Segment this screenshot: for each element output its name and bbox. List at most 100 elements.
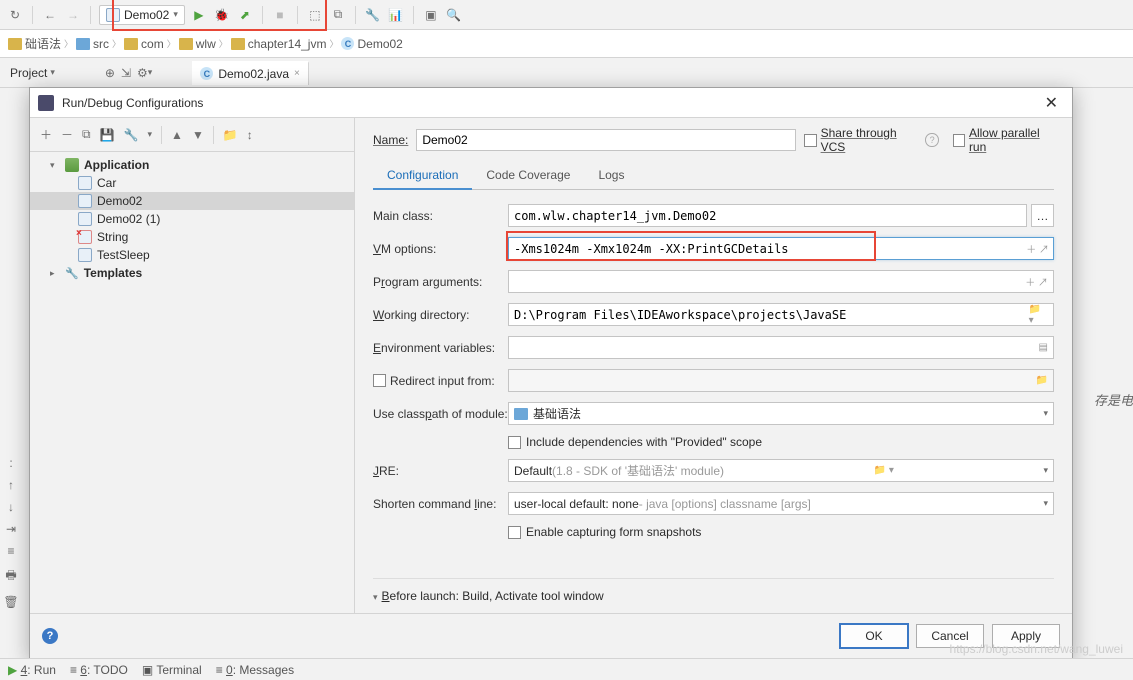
- breadcrumb[interactable]: chapter14_jvm: [231, 37, 327, 51]
- shorten-cmd-combo[interactable]: user-local default: none - java [options…: [508, 492, 1054, 515]
- run-config-label: Demo02: [124, 8, 169, 22]
- run-config-selector[interactable]: Demo02 ▾: [99, 5, 185, 25]
- attach-icon[interactable]: ⧉: [329, 6, 347, 24]
- run-icon[interactable]: ▶: [190, 6, 208, 24]
- coverage-icon[interactable]: ⬈: [236, 6, 254, 24]
- breadcrumb[interactable]: com: [124, 37, 164, 51]
- classpath-label: Use classpath of module:: [373, 407, 508, 421]
- help-icon[interactable]: ?: [42, 628, 58, 644]
- list-icon[interactable]: ▤: [1039, 342, 1048, 353]
- tool-icon[interactable]: :: [9, 456, 12, 470]
- add-icon[interactable]: ＋: [40, 126, 52, 143]
- jre-combo[interactable]: Default (1.8 - SDK of '基础语法' module)📁 ▾: [508, 459, 1054, 482]
- tab-configuration[interactable]: Configuration: [373, 162, 472, 190]
- wrench-icon[interactable]: 🔧: [124, 128, 139, 142]
- tool-icon[interactable]: ⇥: [6, 522, 16, 536]
- redirect-input-field: 📁: [508, 369, 1054, 392]
- program-args-field[interactable]: ＋ ↗: [508, 270, 1054, 293]
- remove-icon[interactable]: －: [61, 126, 73, 143]
- name-input[interactable]: [416, 129, 796, 151]
- forward-icon[interactable]: →: [64, 6, 82, 24]
- breadcrumb[interactable]: 础语法: [8, 35, 61, 52]
- breadcrumb[interactable]: CDemo02: [341, 37, 402, 51]
- left-toolbar: : ↑ ↓ ⇥ ≡ 🖶 🗑: [0, 450, 22, 615]
- classpath-combo[interactable]: 基础语法: [508, 402, 1054, 425]
- structure-icon[interactable]: 📊: [387, 6, 405, 24]
- share-vcs-checkbox[interactable]: Share through VCS: [804, 126, 917, 154]
- enable-snapshots-checkbox[interactable]: Enable capturing form snapshots: [508, 525, 1054, 539]
- profile-icon[interactable]: ⬚: [306, 6, 324, 24]
- tree-item[interactable]: String: [30, 228, 354, 246]
- side-annotation: 存是电: [1094, 390, 1133, 409]
- shorten-cmd-label: Shorten command line:: [373, 497, 508, 511]
- before-launch-section[interactable]: ▾Before launch: Build, Activate tool win…: [373, 578, 1054, 613]
- move-up-icon[interactable]: ▲: [171, 128, 183, 142]
- redirect-input-checkbox[interactable]: Redirect input from:: [373, 374, 508, 388]
- status-todo[interactable]: ≡ 6: TODO: [70, 663, 128, 677]
- status-bar: ▶ 4: Run ≡ 6: TODO ▣ Terminal ≡ 0: Messa…: [0, 658, 1133, 680]
- close-icon[interactable]: ✕: [1039, 93, 1064, 113]
- tree-group-templates[interactable]: ▸ Templates: [30, 264, 354, 282]
- program-args-label: Program arguments:: [373, 275, 508, 289]
- tool-icon[interactable]: ↑: [8, 478, 14, 492]
- status-run[interactable]: ▶ 4: Run: [8, 663, 56, 677]
- include-deps-checkbox[interactable]: Include dependencies with "Provided" sco…: [508, 435, 1054, 449]
- tree-item[interactable]: Car: [30, 174, 354, 192]
- config-tree: ▾ Application Car Demo02 Demo02 (1) Stri…: [30, 152, 354, 613]
- env-vars-field[interactable]: ▤: [508, 336, 1054, 359]
- debug-icon[interactable]: 🐞: [213, 6, 231, 24]
- tab-code-coverage[interactable]: Code Coverage: [472, 162, 584, 189]
- project-tool-button[interactable]: Project▾: [0, 66, 65, 80]
- env-vars-label: Environment variables:: [373, 341, 508, 355]
- browse-icon: 📁: [1036, 375, 1048, 386]
- folder-icon[interactable]: 📁: [223, 128, 238, 142]
- back-icon[interactable]: ←: [41, 6, 59, 24]
- search-icon[interactable]: 🔍: [445, 6, 463, 24]
- config-tree-pane: ＋ － ⧉ 💾 🔧▾ ▲ ▼ 📁 ↕ ▾ Application Car Dem…: [30, 118, 355, 613]
- editor-header: Project▾ ⊕ ⇲ ⚙ ▾ C Demo02.java ×: [0, 58, 1133, 88]
- gear-icon[interactable]: ⚙: [137, 66, 148, 80]
- wrench-icon[interactable]: 🔧: [364, 6, 382, 24]
- main-toolbar: ↻ ← → Demo02 ▾ ▶ 🐞 ⬈ ■ ⬚ ⧉ 🔧 📊 ▣ 🔍: [0, 0, 1133, 30]
- tool-icon[interactable]: ↓: [8, 500, 14, 514]
- tree-group-application[interactable]: ▾ Application: [30, 156, 354, 174]
- working-dir-field[interactable]: 📁 ▾: [508, 303, 1054, 326]
- tree-item[interactable]: Demo02 (1): [30, 210, 354, 228]
- tree-item[interactable]: TestSleep: [30, 246, 354, 264]
- main-class-field[interactable]: [508, 204, 1027, 227]
- ok-button[interactable]: OK: [840, 624, 908, 648]
- expand-icon[interactable]: ＋ ↗: [1026, 241, 1049, 256]
- tool-icon[interactable]: 🖶: [5, 566, 16, 587]
- status-terminal[interactable]: ▣ Terminal: [142, 663, 202, 677]
- tool-icon[interactable]: 🗑: [3, 595, 18, 609]
- tool-icon[interactable]: ≡: [7, 544, 14, 558]
- breadcrumb[interactable]: wlw: [179, 37, 216, 51]
- sort-icon[interactable]: ↕: [247, 128, 253, 142]
- breadcrumb[interactable]: src: [76, 37, 109, 51]
- run-debug-dialog: Run/Debug Configurations ✕ ＋ － ⧉ 💾 🔧▾ ▲ …: [29, 87, 1073, 659]
- vm-options-label: VM options:: [373, 242, 508, 256]
- file-tab[interactable]: C Demo02.java ×: [192, 61, 309, 85]
- working-dir-label: Working directory:: [373, 308, 508, 322]
- copy-icon[interactable]: ⧉: [82, 127, 91, 142]
- help-icon[interactable]: ?: [925, 133, 938, 147]
- sync-icon[interactable]: ↻: [6, 6, 24, 24]
- expand-icon[interactable]: ＋ ↗: [1025, 274, 1048, 289]
- dialog-title: Run/Debug Configurations: [62, 96, 203, 110]
- vm-options-field[interactable]: ＋ ↗: [508, 237, 1054, 260]
- save-icon[interactable]: 💾: [100, 128, 115, 142]
- tab-logs[interactable]: Logs: [584, 162, 638, 189]
- dialog-button-bar: ? OK Cancel Apply: [30, 613, 1072, 657]
- expand-icon[interactable]: ⇲: [121, 66, 131, 80]
- allow-parallel-checkbox[interactable]: Allow parallel run: [953, 126, 1054, 154]
- browse-icon[interactable]: 📁 ▾: [1029, 304, 1048, 326]
- ant-icon[interactable]: ▣: [422, 6, 440, 24]
- collapse-icon[interactable]: ⊕: [105, 66, 115, 80]
- name-label: Name:: [373, 133, 408, 147]
- status-messages[interactable]: ≡ 0: Messages: [216, 663, 294, 677]
- browse-button[interactable]: …: [1031, 204, 1054, 227]
- close-tab-icon[interactable]: ×: [294, 68, 300, 79]
- tree-item[interactable]: Demo02: [30, 192, 354, 210]
- move-down-icon[interactable]: ▼: [192, 128, 204, 142]
- dialog-titlebar: Run/Debug Configurations ✕: [30, 88, 1072, 118]
